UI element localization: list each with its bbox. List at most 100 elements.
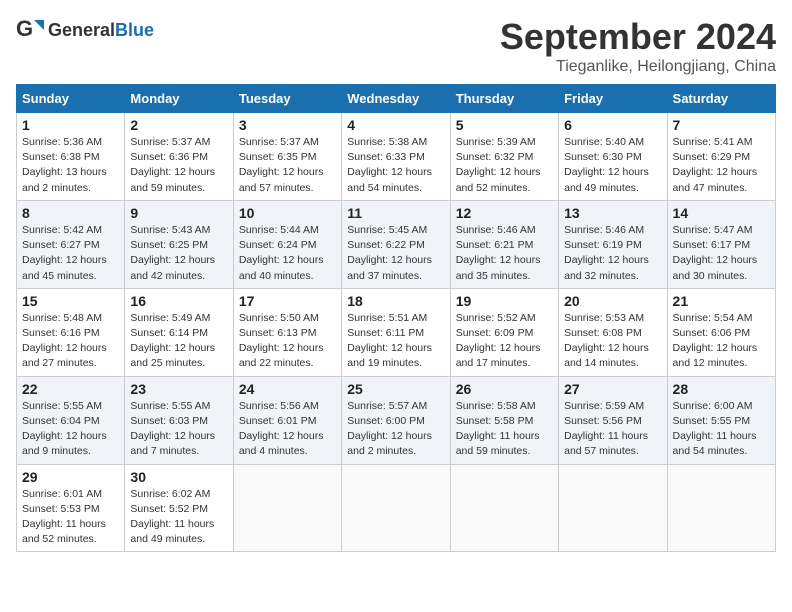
calendar-day-cell: 9 Sunrise: 5:43 AM Sunset: 6:25 PM Daylig… <box>125 200 233 288</box>
day-info: Sunrise: 6:02 AM Sunset: 5:52 PM Dayligh… <box>130 487 227 548</box>
calendar-day-cell: 21 Sunrise: 5:54 AM Sunset: 6:06 PM Dayli… <box>667 288 775 376</box>
calendar-day-cell: 3 Sunrise: 5:37 AM Sunset: 6:35 PM Daylig… <box>233 113 341 201</box>
day-number: 4 <box>347 117 444 133</box>
month-title: September 2024 <box>500 16 776 58</box>
calendar-day-cell <box>233 464 341 552</box>
weekday-header-cell: Friday <box>559 85 667 113</box>
calendar-day-cell: 5 Sunrise: 5:39 AM Sunset: 6:32 PM Daylig… <box>450 113 558 201</box>
calendar-day-cell: 19 Sunrise: 5:52 AM Sunset: 6:09 PM Dayli… <box>450 288 558 376</box>
calendar-week-row: 1Sunrise: 5:36 AM Sunset: 6:38 PM Daylig… <box>17 113 776 201</box>
day-number: 18 <box>347 293 444 309</box>
day-info: Sunrise: 5:53 AM Sunset: 6:08 PM Dayligh… <box>564 311 661 372</box>
day-number: 27 <box>564 381 661 397</box>
day-info: Sunrise: 5:59 AM Sunset: 5:56 PM Dayligh… <box>564 399 661 460</box>
day-number: 26 <box>456 381 553 397</box>
calendar-day-cell: 22 Sunrise: 5:55 AM Sunset: 6:04 PM Dayli… <box>17 376 125 464</box>
calendar-day-cell: 20 Sunrise: 5:53 AM Sunset: 6:08 PM Dayli… <box>559 288 667 376</box>
calendar-day-cell: 1Sunrise: 5:36 AM Sunset: 6:38 PM Daylig… <box>17 113 125 201</box>
day-number: 29 <box>22 469 119 485</box>
svg-text:G: G <box>16 16 33 41</box>
day-info: Sunrise: 5:54 AM Sunset: 6:06 PM Dayligh… <box>673 311 770 372</box>
calendar-day-cell: 28Sunrise: 6:00 AM Sunset: 5:55 PM Dayli… <box>667 376 775 464</box>
day-info: Sunrise: 5:47 AM Sunset: 6:17 PM Dayligh… <box>673 223 770 284</box>
calendar-day-cell <box>342 464 450 552</box>
day-info: Sunrise: 5:48 AM Sunset: 6:16 PM Dayligh… <box>22 311 119 372</box>
day-info: Sunrise: 5:58 AM Sunset: 5:58 PM Dayligh… <box>456 399 553 460</box>
calendar-week-row: 15 Sunrise: 5:48 AM Sunset: 6:16 PM Dayli… <box>17 288 776 376</box>
day-number: 13 <box>564 205 661 221</box>
weekday-header-cell: Monday <box>125 85 233 113</box>
day-number: 12 <box>456 205 553 221</box>
day-number: 19 <box>456 293 553 309</box>
calendar-day-cell: 29 Sunrise: 6:01 AM Sunset: 5:53 PM Dayli… <box>17 464 125 552</box>
day-number: 7 <box>673 117 770 133</box>
weekday-header-cell: Sunday <box>17 85 125 113</box>
calendar-week-row: 29 Sunrise: 6:01 AM Sunset: 5:53 PM Dayli… <box>17 464 776 552</box>
day-number: 5 <box>456 117 553 133</box>
calendar-day-cell: 12Sunrise: 5:46 AM Sunset: 6:21 PM Dayli… <box>450 200 558 288</box>
calendar-day-cell <box>667 464 775 552</box>
calendar-day-cell: 8 Sunrise: 5:42 AM Sunset: 6:27 PM Daylig… <box>17 200 125 288</box>
logo-blue: Blue <box>115 20 154 40</box>
day-number: 25 <box>347 381 444 397</box>
day-info: Sunrise: 5:40 AM Sunset: 6:30 PM Dayligh… <box>564 135 661 196</box>
day-info: Sunrise: 5:42 AM Sunset: 6:27 PM Dayligh… <box>22 223 119 284</box>
calendar-table: SundayMondayTuesdayWednesdayThursdayFrid… <box>16 84 776 552</box>
day-info: Sunrise: 5:36 AM Sunset: 6:38 PM Dayligh… <box>22 135 119 196</box>
day-info: Sunrise: 5:44 AM Sunset: 6:24 PM Dayligh… <box>239 223 336 284</box>
day-info: Sunrise: 5:50 AM Sunset: 6:13 PM Dayligh… <box>239 311 336 372</box>
day-number: 3 <box>239 117 336 133</box>
day-info: Sunrise: 5:52 AM Sunset: 6:09 PM Dayligh… <box>456 311 553 372</box>
day-info: Sunrise: 5:57 AM Sunset: 6:00 PM Dayligh… <box>347 399 444 460</box>
logo-general: General <box>48 20 115 40</box>
day-info: Sunrise: 6:00 AM Sunset: 5:55 PM Dayligh… <box>673 399 770 460</box>
day-number: 8 <box>22 205 119 221</box>
calendar-day-cell <box>450 464 558 552</box>
day-info: Sunrise: 5:46 AM Sunset: 6:19 PM Dayligh… <box>564 223 661 284</box>
day-info: Sunrise: 5:55 AM Sunset: 6:03 PM Dayligh… <box>130 399 227 460</box>
logo-icon: G <box>16 16 44 44</box>
calendar-day-cell: 14 Sunrise: 5:47 AM Sunset: 6:17 PM Dayli… <box>667 200 775 288</box>
day-number: 16 <box>130 293 227 309</box>
calendar-day-cell: 10 Sunrise: 5:44 AM Sunset: 6:24 PM Dayli… <box>233 200 341 288</box>
day-number: 23 <box>130 381 227 397</box>
day-info: Sunrise: 5:55 AM Sunset: 6:04 PM Dayligh… <box>22 399 119 460</box>
day-number: 22 <box>22 381 119 397</box>
calendar-week-row: 8 Sunrise: 5:42 AM Sunset: 6:27 PM Daylig… <box>17 200 776 288</box>
calendar-day-cell: 30 Sunrise: 6:02 AM Sunset: 5:52 PM Dayli… <box>125 464 233 552</box>
day-info: Sunrise: 5:51 AM Sunset: 6:11 PM Dayligh… <box>347 311 444 372</box>
day-number: 9 <box>130 205 227 221</box>
day-info: Sunrise: 5:39 AM Sunset: 6:32 PM Dayligh… <box>456 135 553 196</box>
day-info: Sunrise: 5:43 AM Sunset: 6:25 PM Dayligh… <box>130 223 227 284</box>
calendar-day-cell: 24 Sunrise: 5:56 AM Sunset: 6:01 PM Dayli… <box>233 376 341 464</box>
title-area: September 2024 Tieganlike, Heilongjiang,… <box>500 16 776 76</box>
day-info: Sunrise: 5:41 AM Sunset: 6:29 PM Dayligh… <box>673 135 770 196</box>
day-number: 14 <box>673 205 770 221</box>
day-info: Sunrise: 5:37 AM Sunset: 6:35 PM Dayligh… <box>239 135 336 196</box>
calendar-day-cell: 11Sunrise: 5:45 AM Sunset: 6:22 PM Dayli… <box>342 200 450 288</box>
calendar-day-cell: 16Sunrise: 5:49 AM Sunset: 6:14 PM Dayli… <box>125 288 233 376</box>
day-number: 30 <box>130 469 227 485</box>
day-info: Sunrise: 5:56 AM Sunset: 6:01 PM Dayligh… <box>239 399 336 460</box>
day-number: 24 <box>239 381 336 397</box>
calendar-day-cell: 15 Sunrise: 5:48 AM Sunset: 6:16 PM Dayli… <box>17 288 125 376</box>
day-number: 10 <box>239 205 336 221</box>
calendar-day-cell: 6 Sunrise: 5:40 AM Sunset: 6:30 PM Daylig… <box>559 113 667 201</box>
day-number: 6 <box>564 117 661 133</box>
weekday-header-cell: Thursday <box>450 85 558 113</box>
day-number: 21 <box>673 293 770 309</box>
calendar-day-cell <box>559 464 667 552</box>
calendar-body: 1Sunrise: 5:36 AM Sunset: 6:38 PM Daylig… <box>17 113 776 552</box>
calendar-day-cell: 4Sunrise: 5:38 AM Sunset: 6:33 PM Daylig… <box>342 113 450 201</box>
logo: G GeneralBlue <box>16 16 154 44</box>
day-number: 17 <box>239 293 336 309</box>
location-title: Tieganlike, Heilongjiang, China <box>500 58 776 76</box>
day-number: 20 <box>564 293 661 309</box>
calendar-day-cell: 26 Sunrise: 5:58 AM Sunset: 5:58 PM Dayli… <box>450 376 558 464</box>
weekday-header-cell: Saturday <box>667 85 775 113</box>
day-info: Sunrise: 6:01 AM Sunset: 5:53 PM Dayligh… <box>22 487 119 548</box>
day-number: 15 <box>22 293 119 309</box>
calendar-week-row: 22 Sunrise: 5:55 AM Sunset: 6:04 PM Dayli… <box>17 376 776 464</box>
calendar-day-cell: 25 Sunrise: 5:57 AM Sunset: 6:00 PM Dayli… <box>342 376 450 464</box>
day-number: 2 <box>130 117 227 133</box>
